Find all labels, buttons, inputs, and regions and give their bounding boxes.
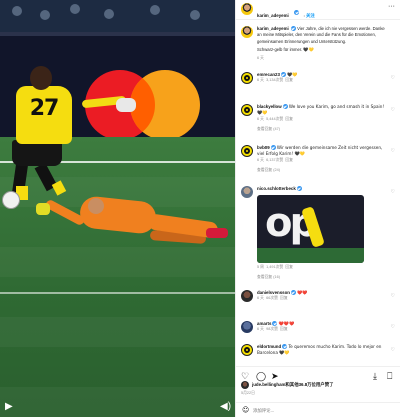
comment-likes[interactable]: 1,491次赞 [266, 265, 283, 269]
volume-icon[interactable]: ◀) [220, 401, 232, 413]
action-bar: ♡ ◯ ➤ ⤓ ⎕ [236, 366, 400, 382]
reply-button[interactable]: 回复 [285, 158, 293, 162]
comment-avatar[interactable] [241, 72, 253, 84]
comment-likes[interactable]: 6,137次赞 [266, 158, 283, 162]
heart-icon[interactable]: ♡ [391, 75, 395, 81]
post-video[interactable]: 27 ▶ ◀) [0, 0, 235, 417]
follow-button[interactable]: 关注 [306, 13, 315, 18]
comment-avatar[interactable] [241, 321, 253, 333]
comment-icon[interactable]: ◯ [256, 371, 268, 381]
heart-icon[interactable]: ♡ [241, 371, 253, 381]
heart-icon[interactable]: ♡ [391, 107, 395, 113]
post-header: karim_adeyemi • 关注 ··· [236, 0, 400, 20]
comment-image[interactable]: op [257, 195, 364, 263]
emoji-icon[interactable]: ☺ [242, 406, 249, 414]
verified-icon [270, 145, 276, 151]
heart-icon[interactable]: ♡ [391, 148, 395, 154]
verified-icon [296, 186, 302, 192]
comment-age: 6 天 [257, 157, 264, 162]
comment-age: 6 天 [257, 78, 264, 83]
liker-avatar[interactable] [241, 381, 249, 389]
comment-username[interactable]: bvb09 [257, 145, 270, 150]
comment-username[interactable]: eldortmund [257, 344, 281, 349]
likes-summary: jude.bellingham和其他36.8万位用户赞了 5月22日 [241, 381, 400, 395]
play-icon[interactable]: ▶ [5, 401, 17, 413]
comment-text: 🖤💛 [287, 72, 298, 77]
comment-avatar[interactable] [241, 344, 253, 356]
comment-username[interactable]: emrecan23 [257, 72, 280, 77]
view-replies-button[interactable]: 查看回复 (24) [257, 168, 387, 173]
comments-panel: karim_adeyemi • 关注 ··· karim_adeyemi Vie… [235, 0, 400, 417]
comment-age: 6 天 [257, 116, 264, 121]
comment-text: ❤️❤️ [297, 290, 308, 295]
comment-likes[interactable]: 5,444次赞 [266, 117, 283, 121]
heart-icon[interactable]: ♡ [391, 293, 395, 299]
comment-avatar[interactable] [241, 290, 253, 302]
verified-icon [272, 321, 278, 327]
comment-age: 6 天 [257, 327, 264, 332]
pitch-line [0, 292, 235, 294]
stands [0, 0, 235, 32]
reply-button[interactable]: 回复 [280, 296, 288, 300]
comment-likes[interactable]: 66次赞 [266, 296, 278, 300]
comment-text: Wir werden die gemeinsame Zeit nicht ver… [257, 145, 383, 157]
comment-username[interactable]: amarts [257, 321, 271, 326]
comment-avatar[interactable] [241, 104, 253, 116]
verified-icon [290, 290, 296, 296]
bookmark-icon[interactable]: ⎕ [387, 371, 399, 381]
comment-age: 6 天 [257, 296, 264, 301]
view-replies-button[interactable]: 查看回复 (47) [257, 127, 387, 132]
heart-icon[interactable]: ♡ [391, 189, 395, 195]
reply-button[interactable]: 回复 [280, 327, 288, 331]
comment-avatar[interactable] [241, 145, 253, 157]
verified-icon [282, 104, 288, 110]
heart-icon[interactable]: ♡ [391, 324, 395, 330]
comment-username[interactable]: nico.schlotterbeck [257, 186, 296, 191]
author-avatar[interactable] [241, 3, 253, 15]
add-comment-bar: ☺ [236, 402, 400, 417]
comment-input[interactable] [253, 406, 393, 415]
view-replies-button[interactable]: 查看回复 (16) [257, 275, 280, 280]
football [2, 191, 20, 209]
download-icon[interactable]: ⤓ [373, 371, 385, 381]
comment-likes[interactable]: 3,134次赞 [266, 78, 283, 82]
verified-icon [282, 344, 288, 350]
reply-button[interactable]: 回复 [285, 265, 293, 269]
verified-icon [294, 10, 300, 16]
author-avatar[interactable] [241, 26, 253, 38]
pitch [0, 137, 235, 417]
reply-button[interactable]: 回复 [285, 117, 293, 121]
verified-icon [280, 72, 286, 78]
caption-text-2: Schwarz-gelb für immer. [257, 47, 303, 53]
comment-age: 5 周 [257, 265, 264, 269]
more-icon[interactable]: ··· [388, 3, 395, 11]
post-date: 5月22日 [241, 391, 255, 395]
comment-likes[interactable]: 98次赞 [266, 327, 278, 331]
reply-button[interactable]: 回复 [285, 78, 293, 82]
verified-icon [290, 26, 296, 32]
heart-icon[interactable]: ♡ [391, 347, 395, 353]
comment-username[interactable]: danielsvensson [257, 290, 290, 295]
comment-text: ❤️❤️❤️ [278, 321, 295, 326]
likes-text[interactable]: jude.bellingham和其他36.8万位用户赞了 [252, 382, 333, 388]
caption-age: 6 天 [257, 55, 264, 60]
share-icon[interactable]: ➤ [271, 371, 283, 381]
caption-emoji: 🖤💛 [303, 47, 314, 53]
caption-author[interactable]: karim_adeyemi [257, 26, 289, 31]
author-username[interactable]: karim_adeyemi [257, 13, 289, 18]
comment-username[interactable]: blackyellow [257, 104, 282, 109]
comment-avatar[interactable] [241, 186, 253, 198]
